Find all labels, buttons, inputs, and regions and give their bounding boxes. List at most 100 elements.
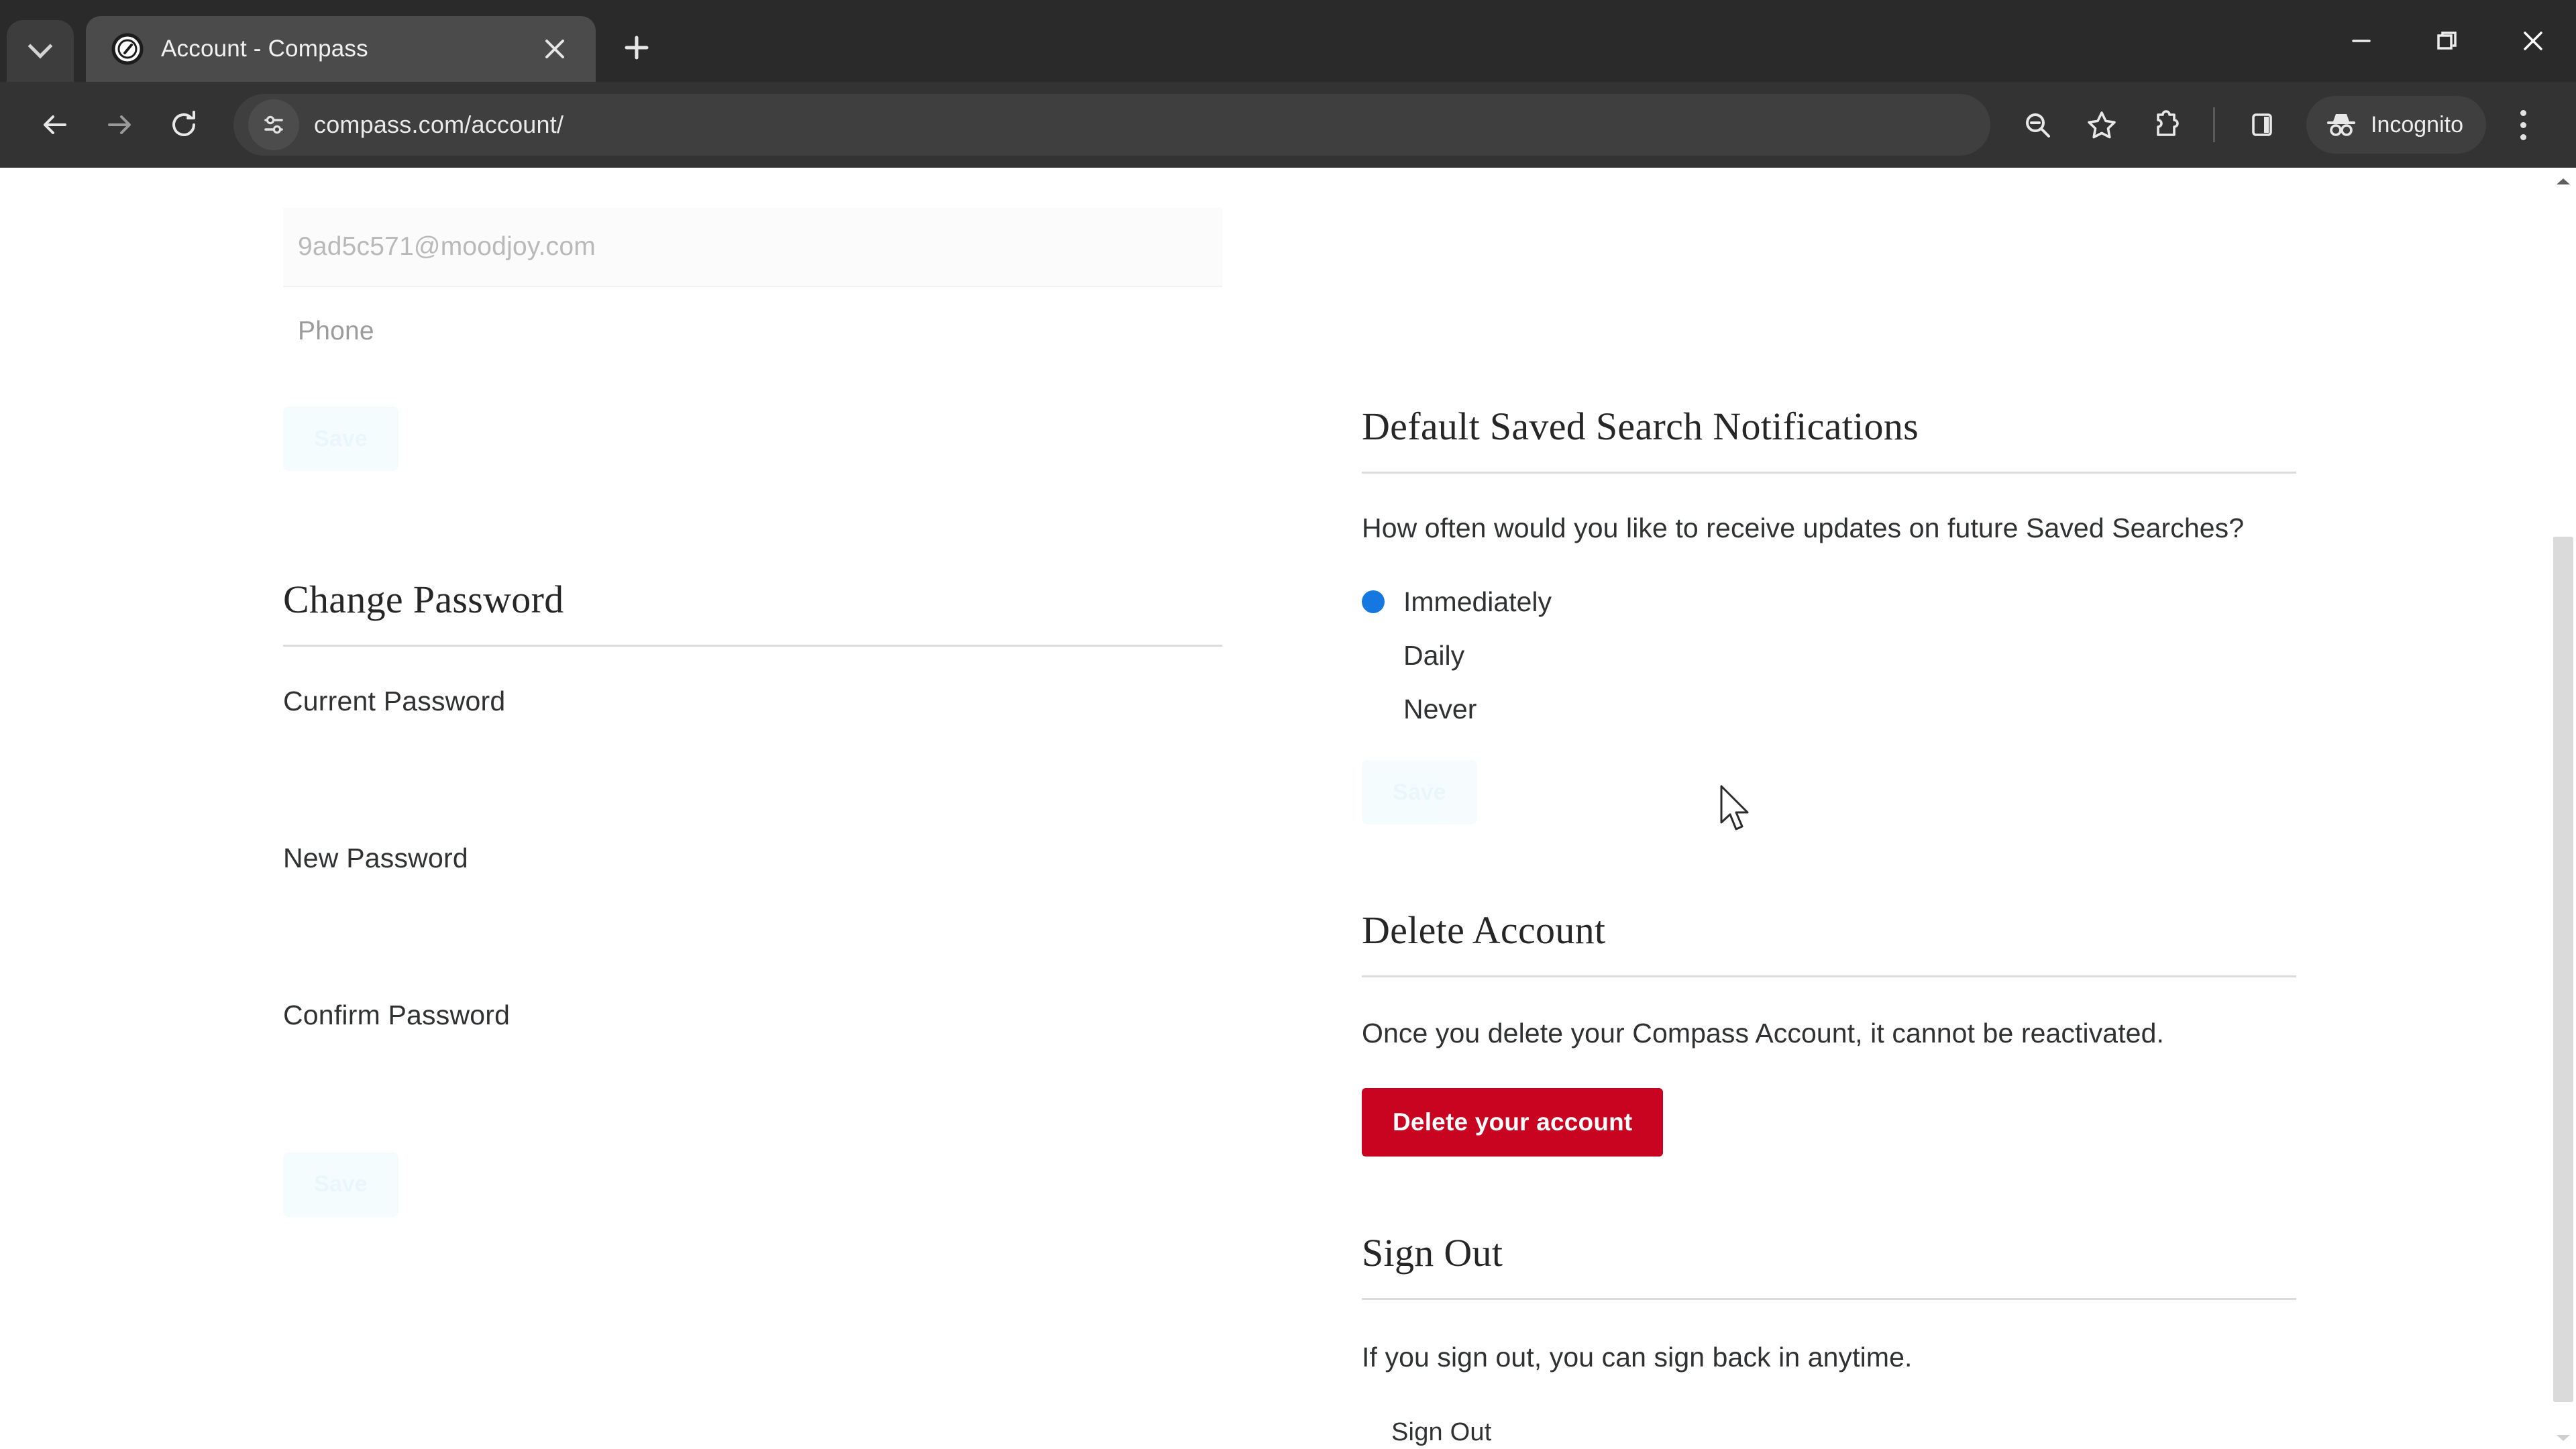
save-password-label: Save xyxy=(314,1171,368,1197)
new-password-field[interactable]: New Password xyxy=(283,843,1222,922)
phone-field[interactable]: Phone xyxy=(283,317,1222,396)
zoom-out-icon xyxy=(2026,113,2050,138)
save-contact-button[interactable]: Save xyxy=(283,407,398,471)
new-password-block: New Password xyxy=(283,843,1275,922)
arrow-left-icon xyxy=(44,115,66,134)
incognito-icon xyxy=(2327,114,2355,136)
toolbar-divider xyxy=(2213,107,2215,142)
radio-option-never[interactable]: Never xyxy=(1362,682,2509,736)
delete-account-description: Once you delete your Compass Account, it… xyxy=(1362,1018,2164,1049)
tab-search-button[interactable] xyxy=(7,20,74,82)
sign-out-button[interactable]: Sign Out xyxy=(1391,1418,1491,1447)
address-bar[interactable]: compass.com/account/ xyxy=(233,94,1990,156)
browser-toolbar: compass.com/account/ Incognito xyxy=(0,82,2576,168)
scroll-up-button[interactable] xyxy=(2551,172,2576,192)
kebab-dot xyxy=(2520,121,2526,128)
confirm-password-block: Confirm Password xyxy=(283,1000,1275,1079)
right-column: Default Saved Search Notifications How o… xyxy=(1275,208,2509,1447)
close-window-button[interactable] xyxy=(2490,0,2576,82)
change-password-section: Change Password Current Password New Pas… xyxy=(283,578,1275,1217)
account-settings-page: 9ad5c571@moodjoy.com Phone Save Change P… xyxy=(0,168,2576,1449)
vertical-scrollbar[interactable] xyxy=(2551,168,2576,1449)
delete-account-button[interactable]: Delete your account xyxy=(1362,1088,1664,1157)
settings-columns: 9ad5c571@moodjoy.com Phone Save Change P… xyxy=(0,168,2576,1447)
minimize-button[interactable] xyxy=(2318,0,2404,82)
saved-search-title: Default Saved Search Notifications xyxy=(1362,405,1919,448)
save-password-button[interactable]: Save xyxy=(283,1152,398,1217)
browser-window: Account - Compass compass.com/account/ I… xyxy=(0,0,2576,1449)
sign-out-description: If you sign out, you can sign back in an… xyxy=(1362,1342,1913,1373)
zoom-out-button[interactable] xyxy=(2005,93,2070,157)
email-field-block: 9ad5c571@moodjoy.com xyxy=(283,208,1275,287)
close-icon xyxy=(2524,32,2542,50)
confirm-password-label: Confirm Password xyxy=(283,999,511,1030)
extensions-button[interactable] xyxy=(2134,93,2198,157)
current-password-field[interactable]: Current Password xyxy=(283,686,1222,765)
page-viewport: 9ad5c571@moodjoy.com Phone Save Change P… xyxy=(0,168,2576,1449)
radio-label-never: Never xyxy=(1403,693,1477,724)
radio-selected-icon xyxy=(1362,590,1385,614)
new-password-label: New Password xyxy=(283,842,468,873)
compass-icon xyxy=(111,33,144,65)
section-divider xyxy=(1362,1298,2296,1301)
section-divider xyxy=(1362,471,2296,474)
star-icon xyxy=(2088,111,2116,139)
delete-account-section: Delete Account Once you delete your Comp… xyxy=(1362,910,2509,1157)
new-tab-button[interactable] xyxy=(610,21,663,74)
notification-frequency-radio-group: Immediately Daily Never xyxy=(1362,575,2509,736)
radio-label-daily: Daily xyxy=(1403,639,1465,671)
close-icon[interactable] xyxy=(537,31,573,67)
back-button[interactable] xyxy=(23,93,87,157)
saved-search-question: How often would you like to receive upda… xyxy=(1362,512,2245,543)
incognito-indicator[interactable]: Incognito xyxy=(2306,96,2486,154)
side-panel-icon xyxy=(2252,113,2272,136)
maximize-button[interactable] xyxy=(2404,0,2490,82)
tab-strip: Account - Compass xyxy=(0,0,2576,82)
sign-out-section: Sign Out If you sign out, you can sign b… xyxy=(1362,1233,2509,1446)
radio-unselected-icon xyxy=(1362,644,1385,667)
email-value: 9ad5c571@moodjoy.com xyxy=(298,232,596,261)
forward-button[interactable] xyxy=(87,93,152,157)
minimize-icon xyxy=(2352,40,2371,42)
side-panel-button[interactable] xyxy=(2230,93,2294,157)
restore-icon xyxy=(2437,32,2457,50)
reload-button[interactable] xyxy=(152,93,216,157)
arrow-right-icon xyxy=(108,115,131,134)
chevron-up-icon xyxy=(2557,178,2570,184)
tab-account-compass[interactable]: Account - Compass xyxy=(86,16,596,82)
browser-menu-button[interactable] xyxy=(2493,93,2553,157)
section-divider xyxy=(283,644,1222,647)
kebab-dot xyxy=(2520,109,2526,116)
radio-option-immediately[interactable]: Immediately xyxy=(1362,575,2509,629)
tune-icon[interactable] xyxy=(248,99,299,150)
confirm-password-field[interactable]: Confirm Password xyxy=(283,1000,1222,1079)
scroll-down-button[interactable] xyxy=(2551,1428,2576,1448)
phone-label: Phone xyxy=(298,317,374,345)
chevron-down-icon xyxy=(2557,1435,2570,1441)
incognito-label: Incognito xyxy=(2371,111,2463,138)
reload-icon xyxy=(172,111,195,136)
kebab-dot xyxy=(2520,133,2526,140)
scrollbar-thumb[interactable] xyxy=(2553,537,2573,1402)
phone-field-block: Phone xyxy=(283,317,1275,396)
chevron-down-icon xyxy=(28,34,53,59)
email-field[interactable]: 9ad5c571@moodjoy.com xyxy=(283,208,1222,287)
save-contact-label: Save xyxy=(314,425,368,451)
sign-out-title: Sign Out xyxy=(1362,1231,1503,1275)
change-password-title: Change Password xyxy=(283,578,564,621)
current-password-label: Current Password xyxy=(283,685,506,716)
current-password-block: Current Password xyxy=(283,686,1275,765)
tab-title: Account - Compass xyxy=(161,36,368,62)
toolbar-actions: Incognito xyxy=(2005,93,2553,157)
bookmark-button[interactable] xyxy=(2070,93,2134,157)
radio-label-immediately: Immediately xyxy=(1403,586,1552,617)
window-controls xyxy=(2318,0,2576,82)
save-notifications-label: Save xyxy=(1393,779,1446,805)
url-text: compass.com/account/ xyxy=(314,111,564,138)
left-column: 9ad5c571@moodjoy.com Phone Save Change P… xyxy=(0,208,1275,1447)
section-divider xyxy=(1362,975,2296,978)
radio-option-daily[interactable]: Daily xyxy=(1362,629,2509,682)
saved-search-section: Default Saved Search Notifications How o… xyxy=(1362,405,2509,825)
plus-icon xyxy=(625,36,649,60)
save-notifications-button[interactable]: Save xyxy=(1362,760,1477,825)
